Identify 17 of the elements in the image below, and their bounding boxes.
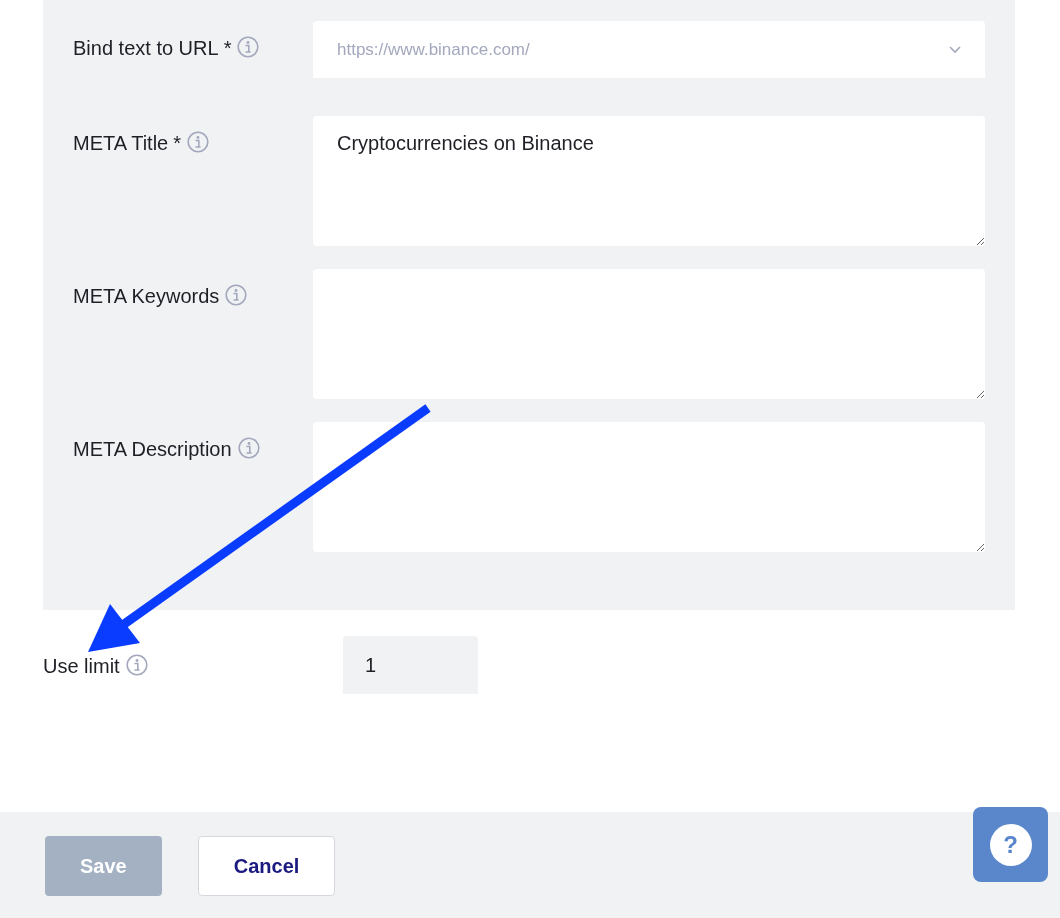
info-icon[interactable] xyxy=(187,131,209,153)
required-mark: * xyxy=(223,37,232,59)
info-icon[interactable] xyxy=(237,36,260,58)
required-mark: * xyxy=(173,132,181,154)
info-icon[interactable] xyxy=(237,437,260,459)
field-label: META Keywords xyxy=(73,285,220,307)
text-area[interactable]: Cryptocurrencies on Binance xyxy=(313,116,985,246)
info-icon[interactable] xyxy=(225,284,248,306)
field-label: Bind text to URL xyxy=(73,37,219,59)
help-button[interactable]: ? xyxy=(973,807,1048,882)
field-label: META Title xyxy=(73,132,169,154)
cancel-button[interactable]: Cancel xyxy=(197,836,336,896)
number-field[interactable]: 1 xyxy=(343,636,478,694)
chevron-down-icon xyxy=(949,45,961,54)
info-icon[interactable] xyxy=(125,654,148,676)
field-label: Use limit xyxy=(43,655,120,677)
field-label: META Description xyxy=(73,438,232,460)
